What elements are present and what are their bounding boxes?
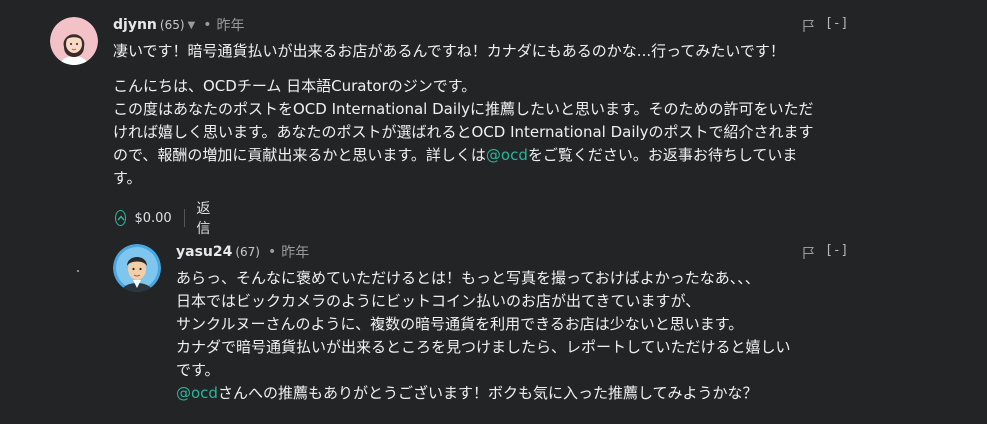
avatar[interactable] — [113, 244, 161, 292]
comment-footer: $0.00 返信 — [115, 198, 215, 238]
comment-body: あらっ、そんなに褒めていただけるとは！もっと写真を撮っておけばよかったなあ、、、… — [176, 267, 866, 405]
timestamp[interactable]: 昨年 — [281, 242, 309, 262]
timestamp[interactable]: 昨年 — [217, 15, 245, 35]
avatar[interactable] — [50, 17, 98, 65]
collapse-button[interactable]: [-] — [825, 243, 848, 258]
comment-body: 凄いです！暗号通貨払いが出来るお店があるんですね！カナダにもあるのかな...行っ… — [113, 40, 863, 63]
reputation-score: (67) — [235, 245, 260, 259]
reputation-score: (65) — [159, 18, 185, 32]
text-line: あらっ、そんなに褒めていただけるとは！もっと写真を撮っておけばよかったなあ、、、 — [176, 269, 760, 287]
text-line: ので、報酬の増加に貢献出来るかと思います。詳しくは@ocdをご覧ください。お返事… — [113, 144, 863, 167]
quoted-reply: こんにちは、OCDチーム 日本語Curatorのジンです。 この度はあなたのポス… — [113, 75, 863, 190]
text-line: です。 — [176, 361, 220, 379]
comment-text: 凄いです！暗号通貨払いが出来るお店があるんですね！カナダにもあるのかな...行っ… — [113, 42, 785, 60]
author-name[interactable]: yasu24 — [176, 244, 232, 260]
separator-dot: • — [268, 244, 277, 260]
collapse-button[interactable]: [-] — [825, 16, 848, 31]
divider — [183, 209, 185, 227]
flag-icon[interactable] — [802, 246, 816, 260]
text-line: この度はあなたのポストをOCD International Dailyに推薦した… — [113, 100, 814, 118]
mention-link[interactable]: @ocd — [486, 146, 528, 164]
text-line: ければ嬉しく思います。あなたのポストが選ばれるとOCD Internationa… — [113, 123, 814, 141]
mention-link[interactable]: @ocd — [176, 384, 218, 402]
text-line: @ocdさんへの推薦もありがとうございます！ボクも気に入った推薦してみようかな？ — [176, 382, 866, 405]
text-segment: ので、報酬の増加に貢献出来るかと思います。詳しくは — [113, 146, 486, 164]
upvote-icon[interactable] — [115, 210, 127, 226]
text-line: サンクルヌーさんのように、複数の暗号通貨を利用できるお店は少ないと思います。 — [176, 315, 744, 333]
flag-icon[interactable] — [802, 19, 816, 33]
text-segment: をご覧ください。お返事お待ちしていま — [527, 146, 798, 164]
text-line: カナダで暗号通貨払いが出来るところを見つけましたら、レポートしていただけると嬉し… — [176, 338, 791, 356]
text-line: 日本ではビックカメラのようにビットコイン払いのお店が出てきていますが、 — [176, 292, 701, 310]
chevron-down-icon[interactable]: ▼ — [188, 20, 196, 31]
text-line: こんにちは、OCDチーム 日本語Curatorのジンです。 — [113, 77, 477, 95]
separator-dot: • — [203, 17, 212, 33]
reply-button[interactable]: 返信 — [196, 198, 215, 238]
text-segment: さんへの推薦もありがとうございます！ボクも気に入った推薦してみようかな？ — [217, 384, 758, 402]
payout-value[interactable]: $0.00 — [134, 211, 171, 226]
text-line: す。 — [113, 169, 142, 187]
thread-dot — [77, 270, 79, 272]
author-name[interactable]: djynn — [113, 17, 157, 33]
